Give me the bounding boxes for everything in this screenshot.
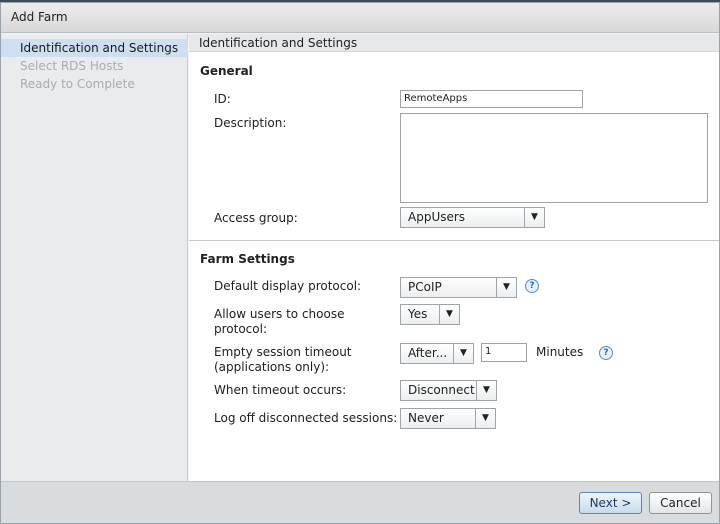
add-farm-dialog: Add Farm Identification and Settings Sel… xyxy=(0,2,720,524)
empty-session-timeout-label-line2: (applications only): xyxy=(214,360,330,374)
display-protocol-value: PCoIP xyxy=(408,280,442,294)
section-divider xyxy=(189,240,719,241)
dialog-titlebar: Add Farm xyxy=(1,3,719,33)
wizard-step-select-rds-hosts: Select RDS Hosts xyxy=(20,59,124,73)
wizard-step-identification[interactable]: Identification and Settings xyxy=(1,39,188,57)
description-textarea[interactable] xyxy=(400,113,708,203)
wizard-content-panel: Identification and Settings General ID: … xyxy=(189,34,719,481)
allow-choose-label-line2: protocol: xyxy=(214,322,267,336)
chevron-down-icon: ▼ xyxy=(439,305,459,324)
allow-choose-protocol-select[interactable]: Yes ▼ xyxy=(400,304,460,325)
chevron-down-icon: ▼ xyxy=(475,409,495,428)
allow-choose-protocol-value: Yes xyxy=(408,307,428,321)
timeout-minutes-input[interactable]: 1 xyxy=(481,343,527,362)
when-timeout-value: Disconnect xyxy=(408,383,475,397)
next-button[interactable]: Next > xyxy=(579,492,642,514)
dialog-footer: Next > Cancel xyxy=(1,481,719,523)
empty-session-timeout-label-line1: Empty session timeout xyxy=(214,345,352,359)
display-protocol-select[interactable]: PCoIP ▼ xyxy=(400,277,517,298)
chevron-down-icon: ▼ xyxy=(476,381,496,400)
access-group-value: AppUsers xyxy=(408,210,466,224)
id-label: ID: xyxy=(214,92,231,106)
chevron-down-icon: ▼ xyxy=(453,344,473,363)
section-title-general: General xyxy=(200,64,253,78)
logoff-disconnected-select[interactable]: Never ▼ xyxy=(400,408,496,429)
empty-session-timeout-select[interactable]: After... ▼ xyxy=(400,343,474,364)
when-timeout-label: When timeout occurs: xyxy=(214,383,347,397)
protocol-label: Default display protocol: xyxy=(214,279,362,293)
help-icon[interactable]: ? xyxy=(599,346,613,360)
chevron-down-icon: ▼ xyxy=(524,208,544,227)
description-label: Description: xyxy=(214,116,287,130)
chevron-down-icon: ▼ xyxy=(496,278,516,297)
wizard-step-ready-to-complete: Ready to Complete xyxy=(20,77,135,91)
access-group-label: Access group: xyxy=(214,211,298,225)
empty-session-timeout-value: After... xyxy=(408,346,448,360)
dialog-title: Add Farm xyxy=(11,10,68,24)
access-group-select[interactable]: AppUsers ▼ xyxy=(400,207,545,228)
cancel-button[interactable]: Cancel xyxy=(649,492,712,514)
logoff-disconnected-label: Log off disconnected sessions: xyxy=(214,411,398,425)
when-timeout-select[interactable]: Disconnect ▼ xyxy=(400,380,497,401)
logoff-disconnected-value: Never xyxy=(408,411,444,425)
section-title-farm-settings: Farm Settings xyxy=(200,252,295,266)
allow-choose-label-line1: Allow users to choose xyxy=(214,307,345,321)
id-input[interactable]: RemoteApps xyxy=(400,90,583,108)
wizard-steps-sidebar: Identification and Settings Select RDS H… xyxy=(1,34,188,481)
help-icon[interactable]: ? xyxy=(525,279,539,293)
timeout-unit-label: Minutes xyxy=(536,345,584,359)
content-header: Identification and Settings xyxy=(189,34,719,52)
